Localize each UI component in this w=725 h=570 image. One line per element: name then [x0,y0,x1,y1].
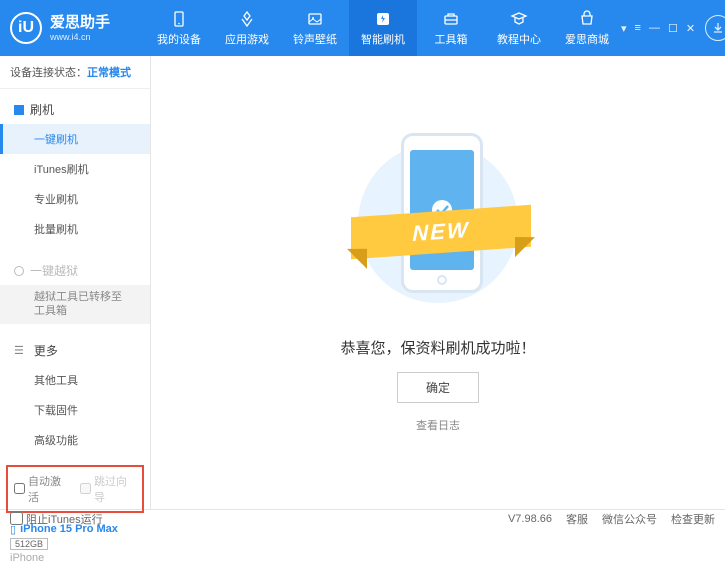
sidebar-item-itunes-flash[interactable]: iTunes刷机 [0,154,150,184]
version-label: V7.98.66 [508,513,552,525]
sidebar-options: 自动激活 跳过向导 [6,465,144,513]
device-status: 设备连接状态：正常模式 [0,56,150,89]
toolbox-icon [442,10,460,28]
sidebar-item-oneclick-flash[interactable]: 一键刷机 [0,124,150,154]
checkbox-icon [14,105,24,115]
sidebar-item-download-firmware[interactable]: 下载固件 [0,395,150,425]
sidebar-item-advanced[interactable]: 高级功能 [0,425,150,455]
sidebar-section-more[interactable]: ☰ 更多 [0,336,150,365]
apps-icon [238,10,256,28]
sidebar: 设备连接状态：正常模式 刷机 一键刷机 iTunes刷机 专业刷机 批量刷机 一… [0,56,151,509]
sidebar-section-flash[interactable]: 刷机 [0,95,150,124]
ok-button[interactable]: 确定 [397,372,479,403]
footer-link-update[interactable]: 检查更新 [671,511,715,527]
tutorial-icon [510,10,528,28]
sidebar-jailbreak-note: 越狱工具已转移至 工具箱 [0,285,150,324]
app-url: www.i4.cn [50,32,110,43]
top-nav: 我的设备 应用游戏 铃声壁纸 智能刷机 工具箱 教程中心 爱思商城 [145,0,621,56]
nav-media[interactable]: 铃声壁纸 [281,0,349,56]
nav-toolbox[interactable]: 工具箱 [417,0,485,56]
menu-icon[interactable]: ≡ [635,22,641,35]
nav-my-device[interactable]: 我的设备 [145,0,213,56]
hamburger-icon: ☰ [14,344,24,357]
sidebar-item-pro-flash[interactable]: 专业刷机 [0,184,150,214]
device-icon [170,10,188,28]
device-storage: 512GB [10,538,48,550]
nav-apps[interactable]: 应用游戏 [213,0,281,56]
checkbox-block-itunes[interactable]: 阻止iTunes运行 [10,511,103,527]
checkbox-auto-activate[interactable]: 自动激活 [14,473,70,505]
sidebar-item-other-tools[interactable]: 其他工具 [0,365,150,395]
sidebar-item-batch-flash[interactable]: 批量刷机 [0,214,150,244]
minimize-button[interactable]: — [649,22,660,35]
titlebar: iU 爱思助手 www.i4.cn 我的设备 应用游戏 铃声壁纸 智能刷机 工具… [0,0,725,56]
footer-link-support[interactable]: 客服 [566,511,588,527]
window-controls: ▾ ≡ — ☐ ✕ [621,22,695,35]
close-button[interactable]: ✕ [686,22,695,35]
main-content: NEW 恭喜您，保资料刷机成功啦！ 确定 查看日志 [151,56,725,509]
success-illustration: NEW [363,133,513,323]
app-title: 爱思助手 [50,14,110,32]
sidebar-section-jailbreak[interactable]: 一键越狱 [0,256,150,285]
checkbox-skip-guide[interactable]: 跳过向导 [80,473,136,505]
shop-icon [578,10,596,28]
lock-icon [14,266,24,276]
device-type: iPhone [10,552,140,564]
download-button[interactable] [705,15,725,41]
cart-icon[interactable]: ▾ [621,22,627,35]
flash-icon [374,10,392,28]
logo-icon: iU [10,12,42,44]
media-icon [306,10,324,28]
nav-tutorial[interactable]: 教程中心 [485,0,553,56]
success-message: 恭喜您，保资料刷机成功啦！ [340,337,535,358]
nav-shop[interactable]: 爱思商城 [553,0,621,56]
footer-link-wechat[interactable]: 微信公众号 [602,511,657,527]
nav-flash[interactable]: 智能刷机 [349,0,417,56]
maximize-button[interactable]: ☐ [668,22,678,35]
app-logo: iU 爱思助手 www.i4.cn [10,12,145,44]
view-log-link[interactable]: 查看日志 [416,417,460,433]
